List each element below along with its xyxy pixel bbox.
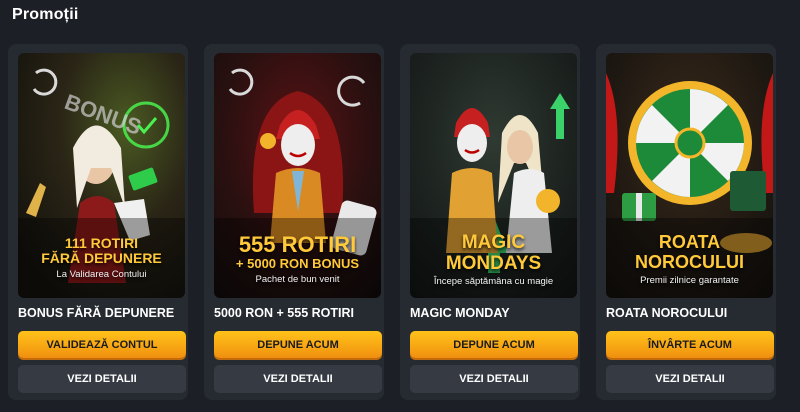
spin-now-button[interactable]: ÎNVÂRTE ACUM: [606, 331, 774, 358]
promo-card-wheel-of-fortune: ROATA NOROCULUI Premii zilnice garantate…: [596, 44, 776, 400]
promo-banner-image[interactable]: ROATA NOROCULUI Premii zilnice garantate: [606, 53, 773, 298]
view-details-button[interactable]: VEZI DETALII: [214, 365, 382, 393]
promo-banner-subline: La Validarea Contului: [56, 269, 147, 280]
promo-card-welcome-package: 555 ROTIRI + 5000 RON BONUS Pachet de bu…: [204, 44, 384, 400]
promo-banner-headline-line1: 111 ROTIRI: [64, 235, 139, 251]
promo-banner-image[interactable]: MAGIC MONDAYS Începe săptămâna cu magie: [410, 53, 577, 298]
section-title: Promoții: [12, 6, 79, 23]
deposit-now-button[interactable]: DEPUNE ACUM: [214, 331, 382, 358]
promo-banner-headline-line1: ROATA: [658, 232, 721, 252]
promo-banner-subline: Premii zilnice garantate: [640, 275, 739, 286]
validate-account-button[interactable]: VALIDEAZĂ CONTUL: [18, 331, 186, 358]
promo-banner-headline-line2: FĂRĂ DEPUNERE: [41, 250, 162, 266]
promo-banner-headline-line2: NOROCULUI: [635, 252, 744, 272]
promo-card-no-deposit-bonus: BONUS 111 ROTIRI FĂRĂ DEPUNERE La Valida…: [8, 44, 188, 400]
promo-banner-headline-line1: 555 ROTIRI: [238, 232, 357, 257]
deposit-now-button[interactable]: DEPUNE ACUM: [410, 331, 578, 358]
promo-banner-headline-line2: + 5000 RON BONUS: [235, 256, 360, 271]
promo-card-title: ROATA NOROCULUI: [606, 306, 728, 320]
promo-banner-headline-line2: MONDAYS: [445, 253, 542, 274]
promo-card-title: BONUS FĂRĂ DEPUNERE: [18, 306, 175, 320]
promo-banner-image[interactable]: 555 ROTIRI + 5000 RON BONUS Pachet de bu…: [214, 53, 381, 298]
promo-card-title: 5000 RON + 555 ROTIRI: [214, 306, 354, 320]
view-details-button[interactable]: VEZI DETALII: [410, 365, 578, 393]
promo-banner-subline: Începe săptămâna cu magie: [433, 276, 554, 287]
promo-banner-headline-line1: MAGIC: [461, 232, 526, 253]
promo-banner-subline: Pachet de bun venit: [255, 274, 340, 285]
view-details-button[interactable]: VEZI DETALII: [18, 365, 186, 393]
promo-banner-image[interactable]: BONUS 111 ROTIRI FĂRĂ DEPUNERE La Valida…: [18, 53, 185, 298]
promo-card-title: MAGIC MONDAY: [410, 306, 510, 320]
promo-card-magic-monday: MAGIC MONDAYS Începe săptămâna cu magie …: [400, 44, 580, 400]
view-details-button[interactable]: VEZI DETALII: [606, 365, 774, 393]
promotions-grid: BONUS 111 ROTIRI FĂRĂ DEPUNERE La Valida…: [8, 44, 792, 404]
